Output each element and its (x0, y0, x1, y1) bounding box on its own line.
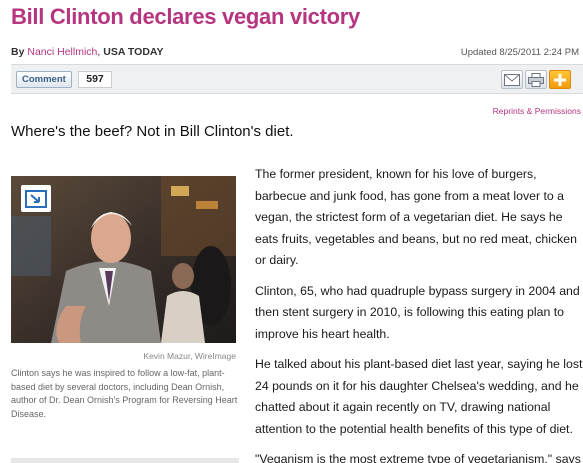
share-plus-icon[interactable] (549, 70, 571, 89)
caption-divider (11, 458, 239, 463)
print-icon[interactable] (525, 70, 547, 89)
comment-count[interactable]: 597 (78, 71, 112, 88)
email-icon[interactable] (501, 70, 523, 89)
updated-timestamp: Updated 8/25/2011 2:24 PM (460, 47, 579, 58)
body-paragraph: Clinton, 65, who had quadruple bypass su… (255, 283, 580, 341)
expand-icon[interactable] (21, 185, 51, 212)
article-toolbar: Comment 597 (11, 64, 583, 94)
comment-button[interactable]: Comment (16, 71, 72, 88)
body-paragraph: The former president, known for his love… (255, 167, 577, 267)
byline-by: By (11, 46, 25, 58)
byline-separator: , (97, 46, 101, 58)
body-paragraph: He talked about his plant-based diet las… (255, 357, 583, 436)
photo-credit: Kevin Mazur, WireImage (143, 351, 236, 361)
byline-source: USA TODAY (103, 46, 164, 58)
author-link[interactable]: Nanci Hellmich (27, 46, 97, 58)
article-body: The former president, known for his love… (255, 164, 583, 463)
toolbar-icons (501, 70, 571, 89)
body-paragraph: "Veganism is the most extreme type of ve… (255, 452, 581, 463)
article-subhead: Where's the beef? Not in Bill Clinton's … (11, 123, 294, 140)
reprints-link[interactable]: Reprints & Permissions (493, 106, 581, 116)
byline: By Nanci Hellmich, USA TODAY (11, 46, 164, 58)
photo-caption: Clinton says he was inspired to follow a… (11, 368, 238, 419)
headline: Bill Clinton declares vegan victory (11, 4, 360, 29)
article-photo[interactable] (11, 176, 236, 343)
